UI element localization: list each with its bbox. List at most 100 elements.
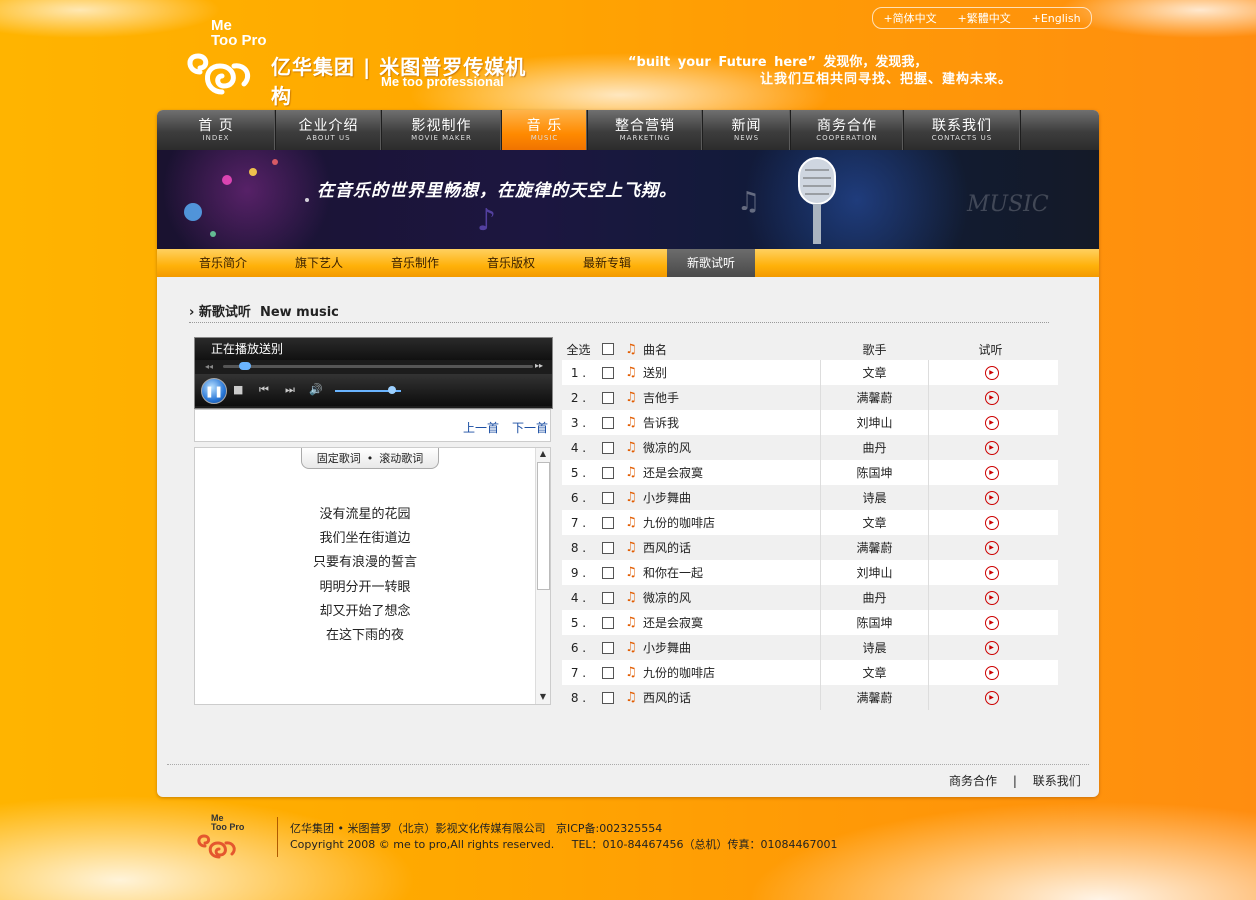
volume-icon[interactable]: 🔊 xyxy=(309,383,323,396)
pause-button[interactable]: ❚❚ xyxy=(201,378,227,404)
play-circle-icon[interactable]: ▶ xyxy=(984,365,999,380)
song-name[interactable]: 和你在一起 xyxy=(641,560,821,585)
song-name[interactable]: 吉他手 xyxy=(641,385,821,410)
row-checkbox[interactable] xyxy=(602,641,614,654)
table-row[interactable]: 1 . ♫ 送别 文章 ▶ xyxy=(562,360,1058,385)
volume-knob[interactable] xyxy=(387,386,396,394)
link-cooperation[interactable]: 商务合作 xyxy=(949,774,997,788)
previous-song-link[interactable]: 上一首 xyxy=(463,419,499,436)
table-row[interactable]: 4 . ♫ 微凉的风 曲丹 ▶ xyxy=(562,585,1058,610)
lang-traditional[interactable]: +繁體中文 xyxy=(958,10,1011,26)
table-row[interactable]: 6 . ♫ 小步舞曲 诗晨 ▶ xyxy=(562,485,1058,510)
lyrics-scrollbar[interactable]: ▲ ▼ xyxy=(535,448,550,704)
progress-knob[interactable] xyxy=(238,362,251,370)
table-row[interactable]: 3 . ♫ 告诉我 刘坤山 ▶ xyxy=(562,410,1058,435)
row-checkbox[interactable] xyxy=(602,516,614,529)
table-row[interactable]: 7 . ♫ 九份的咖啡店 文章 ▶ xyxy=(562,510,1058,535)
song-name[interactable]: 送别 xyxy=(641,360,821,385)
row-checkbox[interactable] xyxy=(602,566,614,579)
row-checkbox[interactable] xyxy=(602,666,614,679)
nav-item-movie[interactable]: 影视制作 MOVIE MAKER xyxy=(382,110,502,150)
subnav-intro[interactable]: 音乐简介 xyxy=(175,249,271,277)
music-note-icon: ♫ xyxy=(625,590,637,605)
play-circle-icon[interactable]: ▶ xyxy=(984,690,999,705)
nav-item-about[interactable]: 企业介绍 ABOUT US xyxy=(276,110,382,150)
table-row[interactable]: 7 . ♫ 九份的咖啡店 文章 ▶ xyxy=(562,660,1058,685)
previous-icon[interactable]: ⏮ xyxy=(259,383,269,397)
row-checkbox[interactable] xyxy=(602,416,614,429)
play-circle-icon[interactable]: ▶ xyxy=(984,640,999,655)
scroll-thumb[interactable] xyxy=(537,462,550,590)
play-circle-icon[interactable]: ▶ xyxy=(984,540,999,555)
subnav-copyright[interactable]: 音乐版权 xyxy=(463,249,559,277)
play-circle-icon[interactable]: ▶ xyxy=(984,515,999,530)
play-circle-icon[interactable]: ▶ xyxy=(984,590,999,605)
play-circle-icon[interactable]: ▶ xyxy=(984,415,999,430)
play-circle-icon[interactable]: ▶ xyxy=(984,465,999,480)
row-checkbox[interactable] xyxy=(602,441,614,454)
progress-track[interactable] xyxy=(223,365,533,368)
song-name[interactable]: 九份的咖啡店 xyxy=(641,510,821,535)
row-checkbox[interactable] xyxy=(602,491,614,504)
play-circle-icon[interactable]: ▶ xyxy=(984,490,999,505)
row-checkbox[interactable] xyxy=(602,591,614,604)
nav-item-music[interactable]: 音 乐 MUSIC xyxy=(502,110,588,150)
row-number: 5 . xyxy=(570,465,587,480)
rewind-small-icon[interactable]: ◂◂ xyxy=(205,362,213,371)
row-checkbox[interactable] xyxy=(602,391,614,404)
site-logo[interactable]: Me Too Pro 亿华集团 | 米图普罗传媒机构 Me too profes… xyxy=(178,18,538,108)
song-name[interactable]: 微凉的风 xyxy=(641,435,821,460)
subnav-latest-album[interactable]: 最新专辑 xyxy=(559,249,655,277)
nav-item-news[interactable]: 新闻 NEWS xyxy=(703,110,791,150)
row-number: 1 . xyxy=(570,365,587,380)
scroll-up-icon[interactable]: ▲ xyxy=(537,448,549,460)
row-checkbox[interactable] xyxy=(602,691,614,704)
song-name[interactable]: 小步舞曲 xyxy=(641,635,821,660)
subnav-new-songs[interactable]: 新歌试听 xyxy=(667,249,755,277)
lang-simplified[interactable]: +简体中文 xyxy=(883,10,936,26)
song-name[interactable]: 九份的咖啡店 xyxy=(641,660,821,685)
tab-scroll-lyrics[interactable]: 滚动歌词 xyxy=(379,450,423,466)
main-nav: 首 页 INDEX 企业介绍 ABOUT US 影视制作 MOVIE MAKER 音 … xyxy=(157,110,1099,150)
song-artist: 满馨蔚 xyxy=(821,535,929,560)
next-song-link[interactable]: 下一首 xyxy=(512,419,548,436)
lang-english[interactable]: +English xyxy=(1032,12,1081,25)
play-circle-icon[interactable]: ▶ xyxy=(984,665,999,680)
song-name[interactable]: 还是会寂寞 xyxy=(641,610,821,635)
link-contact[interactable]: 联系我们 xyxy=(1033,774,1081,788)
song-name[interactable]: 微凉的风 xyxy=(641,585,821,610)
table-row[interactable]: 5 . ♫ 还是会寂寞 陈国坤 ▶ xyxy=(562,610,1058,635)
scroll-down-icon[interactable]: ▼ xyxy=(537,691,549,703)
nav-item-cooperation[interactable]: 商务合作 COOPERATION xyxy=(791,110,904,150)
row-checkbox[interactable] xyxy=(602,541,614,554)
song-name[interactable]: 西风的话 xyxy=(641,535,821,560)
table-row[interactable]: 8 . ♫ 西风的话 满馨蔚 ▶ xyxy=(562,685,1058,710)
table-row[interactable]: 5 . ♫ 还是会寂寞 陈国坤 ▶ xyxy=(562,460,1058,485)
play-circle-icon[interactable]: ▶ xyxy=(984,440,999,455)
nav-item-marketing[interactable]: 整合营销 MARKETING xyxy=(588,110,703,150)
stop-icon[interactable]: ■ xyxy=(233,383,243,396)
forward-small-icon[interactable]: ▸▸ xyxy=(535,361,543,370)
song-name[interactable]: 西风的话 xyxy=(641,685,821,710)
tab-fixed-lyrics[interactable]: 固定歌词 xyxy=(317,450,361,466)
play-circle-icon[interactable]: ▶ xyxy=(984,390,999,405)
song-name[interactable]: 小步舞曲 xyxy=(641,485,821,510)
row-checkbox[interactable] xyxy=(602,466,614,479)
song-name[interactable]: 告诉我 xyxy=(641,410,821,435)
subnav-artists[interactable]: 旗下艺人 xyxy=(271,249,367,277)
table-row[interactable]: 4 . ♫ 微凉的风 曲丹 ▶ xyxy=(562,435,1058,460)
table-row[interactable]: 9 . ♫ 和你在一起 刘坤山 ▶ xyxy=(562,560,1058,585)
subnav-production[interactable]: 音乐制作 xyxy=(367,249,463,277)
song-name[interactable]: 还是会寂寞 xyxy=(641,460,821,485)
table-row[interactable]: 8 . ♫ 西风的话 满馨蔚 ▶ xyxy=(562,535,1058,560)
play-circle-icon[interactable]: ▶ xyxy=(984,615,999,630)
select-all-checkbox[interactable] xyxy=(602,343,614,355)
nav-item-index[interactable]: 首 页 INDEX xyxy=(157,110,276,150)
row-checkbox[interactable] xyxy=(602,616,614,629)
row-checkbox[interactable] xyxy=(602,366,614,379)
nav-item-contacts[interactable]: 联系我们 CONTACTS US xyxy=(904,110,1021,150)
table-row[interactable]: 2 . ♫ 吉他手 满馨蔚 ▶ xyxy=(562,385,1058,410)
play-circle-icon[interactable]: ▶ xyxy=(984,565,999,580)
table-row[interactable]: 6 . ♫ 小步舞曲 诗晨 ▶ xyxy=(562,635,1058,660)
next-icon[interactable]: ⏭ xyxy=(285,383,295,397)
